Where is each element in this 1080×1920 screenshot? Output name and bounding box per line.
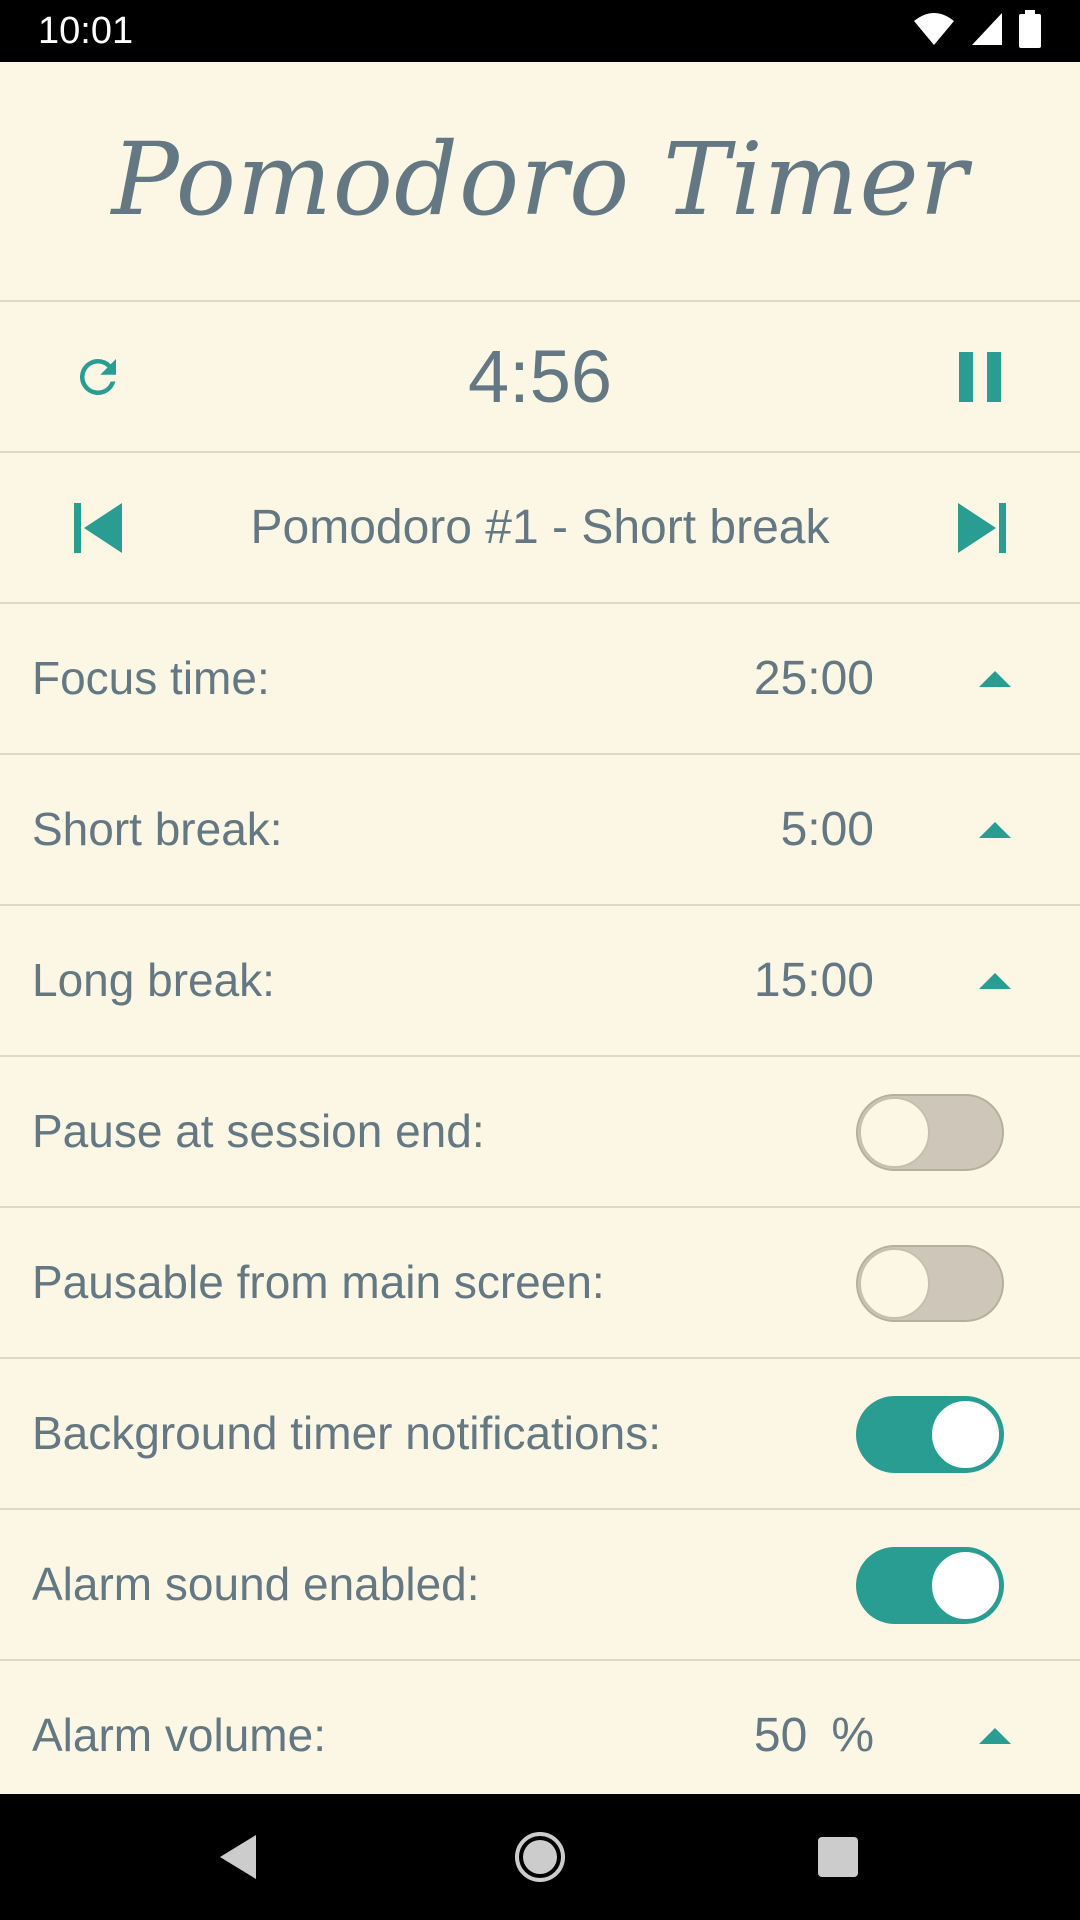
pause-icon[interactable] xyxy=(940,337,1020,417)
wifi-icon xyxy=(912,11,956,51)
alarm-volume-unit: % xyxy=(831,1709,874,1762)
alarm-volume-value: 50% xyxy=(754,1661,874,1794)
pause-at-session-end-label: Pause at session end: xyxy=(32,1105,485,1157)
session-label: Pomodoro #1 - Short break xyxy=(250,501,830,554)
status-time: 10:01 xyxy=(38,10,134,52)
alarm-volume-row: Alarm volume: 50% xyxy=(0,1661,1080,1794)
alarm-sound-label: Alarm sound enabled: xyxy=(32,1558,480,1610)
short-break-value: 5:00 xyxy=(780,803,874,856)
pause-at-session-end-toggle[interactable] xyxy=(856,1094,1004,1171)
background-notifications-row: Background timer notifications: xyxy=(0,1359,1080,1510)
back-icon[interactable] xyxy=(208,1827,268,1887)
long-break-label: Long break: xyxy=(32,954,275,1006)
home-icon[interactable] xyxy=(510,1827,570,1887)
timer-display: 4:56 xyxy=(467,335,613,418)
alarm-sound-toggle[interactable] xyxy=(856,1547,1004,1624)
pausable-from-main-toggle[interactable] xyxy=(856,1245,1004,1322)
status-bar: 10:01 xyxy=(0,0,1080,62)
chevron-up-icon[interactable] xyxy=(970,654,1020,704)
recents-icon[interactable] xyxy=(808,1827,868,1887)
status-icons xyxy=(912,10,1042,52)
pausable-from-main-label: Pausable from main screen: xyxy=(32,1256,605,1308)
screen: 10:01 Pomodoro Timer 4:56 Pomodoro #1 - … xyxy=(0,0,1080,1920)
toggle-knob xyxy=(930,1550,1001,1621)
short-break-row: Short break: 5:00 xyxy=(0,755,1080,906)
title-area: Pomodoro Timer xyxy=(0,62,1080,302)
chevron-up-icon[interactable] xyxy=(970,1711,1020,1761)
background-notifications-label: Background timer notifications: xyxy=(32,1407,661,1459)
alarm-volume-label: Alarm volume: xyxy=(32,1709,326,1761)
app-title: Pomodoro Timer xyxy=(111,121,969,238)
toggle-knob xyxy=(859,1097,930,1168)
timer-row: 4:56 xyxy=(0,302,1080,453)
pause-at-session-end-row: Pause at session end: xyxy=(0,1057,1080,1208)
focus-time-row: Focus time: 25:00 xyxy=(0,604,1080,755)
battery-icon xyxy=(1018,10,1042,52)
app-content: Pomodoro Timer 4:56 Pomodoro #1 - Short … xyxy=(0,62,1080,1794)
long-break-value: 15:00 xyxy=(753,954,874,1007)
long-break-row: Long break: 15:00 xyxy=(0,906,1080,1057)
cell-signal-icon xyxy=(970,11,1004,51)
background-notifications-toggle[interactable] xyxy=(856,1396,1004,1473)
chevron-up-icon[interactable] xyxy=(970,805,1020,855)
alarm-volume-number: 50 xyxy=(753,1709,808,1762)
focus-time-label: Focus time: xyxy=(32,652,270,704)
focus-time-value: 25:00 xyxy=(753,652,874,705)
skip-next-icon[interactable] xyxy=(942,488,1022,568)
pausable-from-main-row: Pausable from main screen: xyxy=(0,1208,1080,1359)
toggle-knob xyxy=(930,1399,1001,1470)
chevron-up-icon[interactable] xyxy=(970,956,1020,1006)
navigation-bar xyxy=(0,1794,1080,1920)
short-break-label: Short break: xyxy=(32,803,283,855)
alarm-sound-row: Alarm sound enabled: xyxy=(0,1510,1080,1661)
toggle-knob xyxy=(859,1248,930,1319)
session-row: Pomodoro #1 - Short break xyxy=(0,453,1080,604)
